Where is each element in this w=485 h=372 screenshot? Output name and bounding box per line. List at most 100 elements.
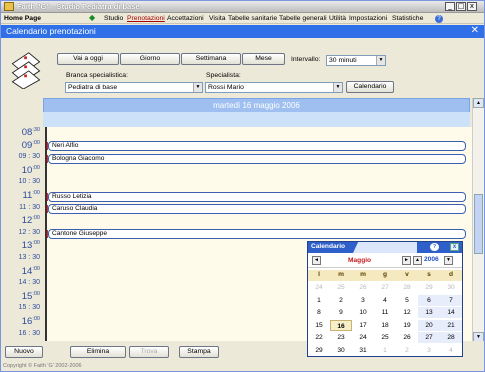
- calendar-day-cell[interactable]: 26: [352, 282, 374, 293]
- calendar-day-cell[interactable]: 20: [418, 319, 440, 331]
- menu-visita[interactable]: Visita: [209, 15, 226, 22]
- calendar-day-cell[interactable]: 9: [330, 307, 352, 318]
- calendar-day-cell[interactable]: 24: [352, 332, 374, 343]
- appointment-item[interactable]: Neri Alfio: [45, 141, 466, 152]
- calendar-day-cell[interactable]: 21: [440, 319, 462, 331]
- panel-title: Calendario prenotazioni: [6, 26, 96, 36]
- calendar-day-cell[interactable]: 25: [330, 282, 352, 293]
- stampa-button[interactable]: Stampa: [179, 346, 219, 358]
- calendar-day-cell[interactable]: 19: [396, 320, 418, 331]
- time-slot-row[interactable]: 10:00: [1, 164, 472, 179]
- close-panel-icon[interactable]: ✕: [471, 25, 479, 36]
- help-icon[interactable]: ?: [430, 243, 439, 251]
- calendar-day-cell[interactable]: 7: [440, 294, 462, 306]
- nuovo-button[interactable]: Nuovo: [5, 346, 43, 358]
- slot-cell[interactable]: [45, 164, 472, 179]
- calendar-day-cell[interactable]: 30: [330, 345, 352, 356]
- year-down-icon[interactable]: ▼: [444, 256, 453, 265]
- minimize-button[interactable]: _: [445, 2, 455, 11]
- calendar-day-cell[interactable]: 31: [352, 345, 374, 356]
- slot-cell[interactable]: [45, 215, 472, 229]
- all-day-band[interactable]: [43, 112, 470, 127]
- appointment-item[interactable]: Cantone Giuseppe: [45, 229, 466, 240]
- vai-a-oggi-button[interactable]: Vai a oggi: [57, 53, 119, 65]
- time-text: 10:00: [21, 164, 40, 176]
- intervallo-select[interactable]: 30 minuti ▼: [326, 55, 386, 66]
- time-slot-row[interactable]: 08:30: [1, 127, 472, 141]
- menu-tabelle-sanitarie[interactable]: Tabelle sanitarie: [228, 15, 277, 22]
- appointment-item[interactable]: Caruso Claudia: [45, 204, 466, 215]
- calendar-day-cell[interactable]: 8: [308, 307, 330, 318]
- specialista-select[interactable]: Rossi Mario ▼: [205, 82, 343, 93]
- calendar-day-cell[interactable]: 16: [330, 319, 352, 331]
- calendar-day-cell[interactable]: 2: [396, 345, 418, 356]
- calendar-day-cell[interactable]: 30: [440, 282, 462, 293]
- calendar-day-cell[interactable]: 25: [374, 332, 396, 343]
- appointment-item[interactable]: Bologna Giacomo: [45, 153, 466, 164]
- calendar-day-cell[interactable]: 11: [374, 307, 396, 318]
- calendar-day-cell[interactable]: 4: [374, 295, 396, 306]
- time-slot-row[interactable]: 10 : 30: [1, 177, 472, 191]
- prev-month-icon[interactable]: ◄: [312, 256, 321, 265]
- mese-button[interactable]: Mese: [242, 53, 285, 65]
- year-up-icon[interactable]: ▲: [413, 256, 422, 265]
- chevron-down-icon[interactable]: ▼: [193, 83, 202, 92]
- calendar-day-cell[interactable]: 5: [396, 295, 418, 306]
- menu-prenotazioni[interactable]: Prenotazioni: [127, 15, 165, 22]
- help-icon[interactable]: ?: [435, 15, 443, 23]
- calendar-day-cell[interactable]: 14: [440, 307, 462, 318]
- menu-tabelle-generali[interactable]: Tabelle generali: [279, 15, 327, 22]
- time-slot-row[interactable]: 12:00: [1, 215, 472, 229]
- next-month-icon[interactable]: ►: [402, 256, 411, 265]
- calendario-button[interactable]: Calendario: [346, 81, 394, 93]
- settimana-button[interactable]: Settimana: [181, 53, 241, 65]
- scroll-thumb[interactable]: [474, 194, 483, 254]
- slot-cell[interactable]: [45, 127, 472, 141]
- elimina-button[interactable]: Elimina: [70, 346, 126, 358]
- calendar-day-cell[interactable]: 4: [440, 345, 462, 356]
- calendar-day-cell[interactable]: 28: [440, 332, 462, 343]
- giorno-button[interactable]: Giorno: [120, 53, 180, 65]
- calendar-day-cell[interactable]: 12: [396, 307, 418, 318]
- menu-studio[interactable]: Studio: [104, 15, 123, 22]
- menu-statistiche[interactable]: Statistiche: [392, 15, 423, 22]
- time-label: 12 : 30: [1, 227, 43, 242]
- slot-cell[interactable]: [45, 177, 472, 191]
- maximize-button[interactable]: □: [456, 2, 466, 11]
- calendar-day-cell[interactable]: 29: [308, 345, 330, 356]
- back-arrow-icon[interactable]: ◆: [89, 13, 95, 22]
- calendar-day-cell[interactable]: 18: [374, 320, 396, 331]
- calendar-day-cell[interactable]: 27: [374, 282, 396, 293]
- calendar-day-cell[interactable]: 2: [330, 295, 352, 306]
- calendar-day-cell[interactable]: 27: [418, 332, 440, 343]
- calendar-day-cell[interactable]: 10: [352, 307, 374, 318]
- calendar-day-cell[interactable]: 29: [418, 282, 440, 293]
- calendar-day-cell[interactable]: 3: [352, 295, 374, 306]
- calendar-day-cell[interactable]: 1: [374, 345, 396, 356]
- calendar-day-cell[interactable]: 17: [352, 320, 374, 331]
- calendar-day-cell[interactable]: 15: [308, 320, 330, 331]
- menu-accettazioni[interactable]: Accettazioni: [167, 15, 204, 22]
- scroll-up-icon[interactable]: ▲: [473, 98, 484, 108]
- appointment-item[interactable]: Russo Letizia: [45, 191, 466, 202]
- calendar-day-cell[interactable]: 24: [308, 282, 330, 293]
- calendar-day-cell[interactable]: 23: [330, 332, 352, 343]
- close-window-button[interactable]: x: [467, 2, 477, 11]
- trova-button[interactable]: Trova: [129, 346, 169, 358]
- branca-select[interactable]: Pediatra di base ▼: [65, 82, 203, 93]
- vertical-scrollbar[interactable]: ▲ ▼: [472, 98, 484, 343]
- calendar-day-cell[interactable]: 6: [418, 294, 440, 306]
- calendar-day-cell[interactable]: 22: [308, 332, 330, 343]
- close-icon[interactable]: x: [450, 243, 459, 251]
- calendar-day-cell[interactable]: 3: [418, 345, 440, 356]
- chevron-down-icon[interactable]: ▼: [333, 83, 342, 92]
- chevron-down-icon[interactable]: ▼: [376, 56, 385, 65]
- calendar-day-cell[interactable]: 28: [396, 282, 418, 293]
- calendar-day-cell[interactable]: 1: [308, 295, 330, 306]
- calendar-day-cell[interactable]: 26: [396, 332, 418, 343]
- calendar-day-cell[interactable]: 13: [418, 307, 440, 318]
- weekday-header: lmmgvsd: [308, 270, 462, 281]
- menu-home-page[interactable]: Home Page: [4, 15, 41, 22]
- menu-utilita[interactable]: Utilità: [329, 15, 346, 22]
- menu-impostazioni[interactable]: Impostazioni: [349, 15, 387, 22]
